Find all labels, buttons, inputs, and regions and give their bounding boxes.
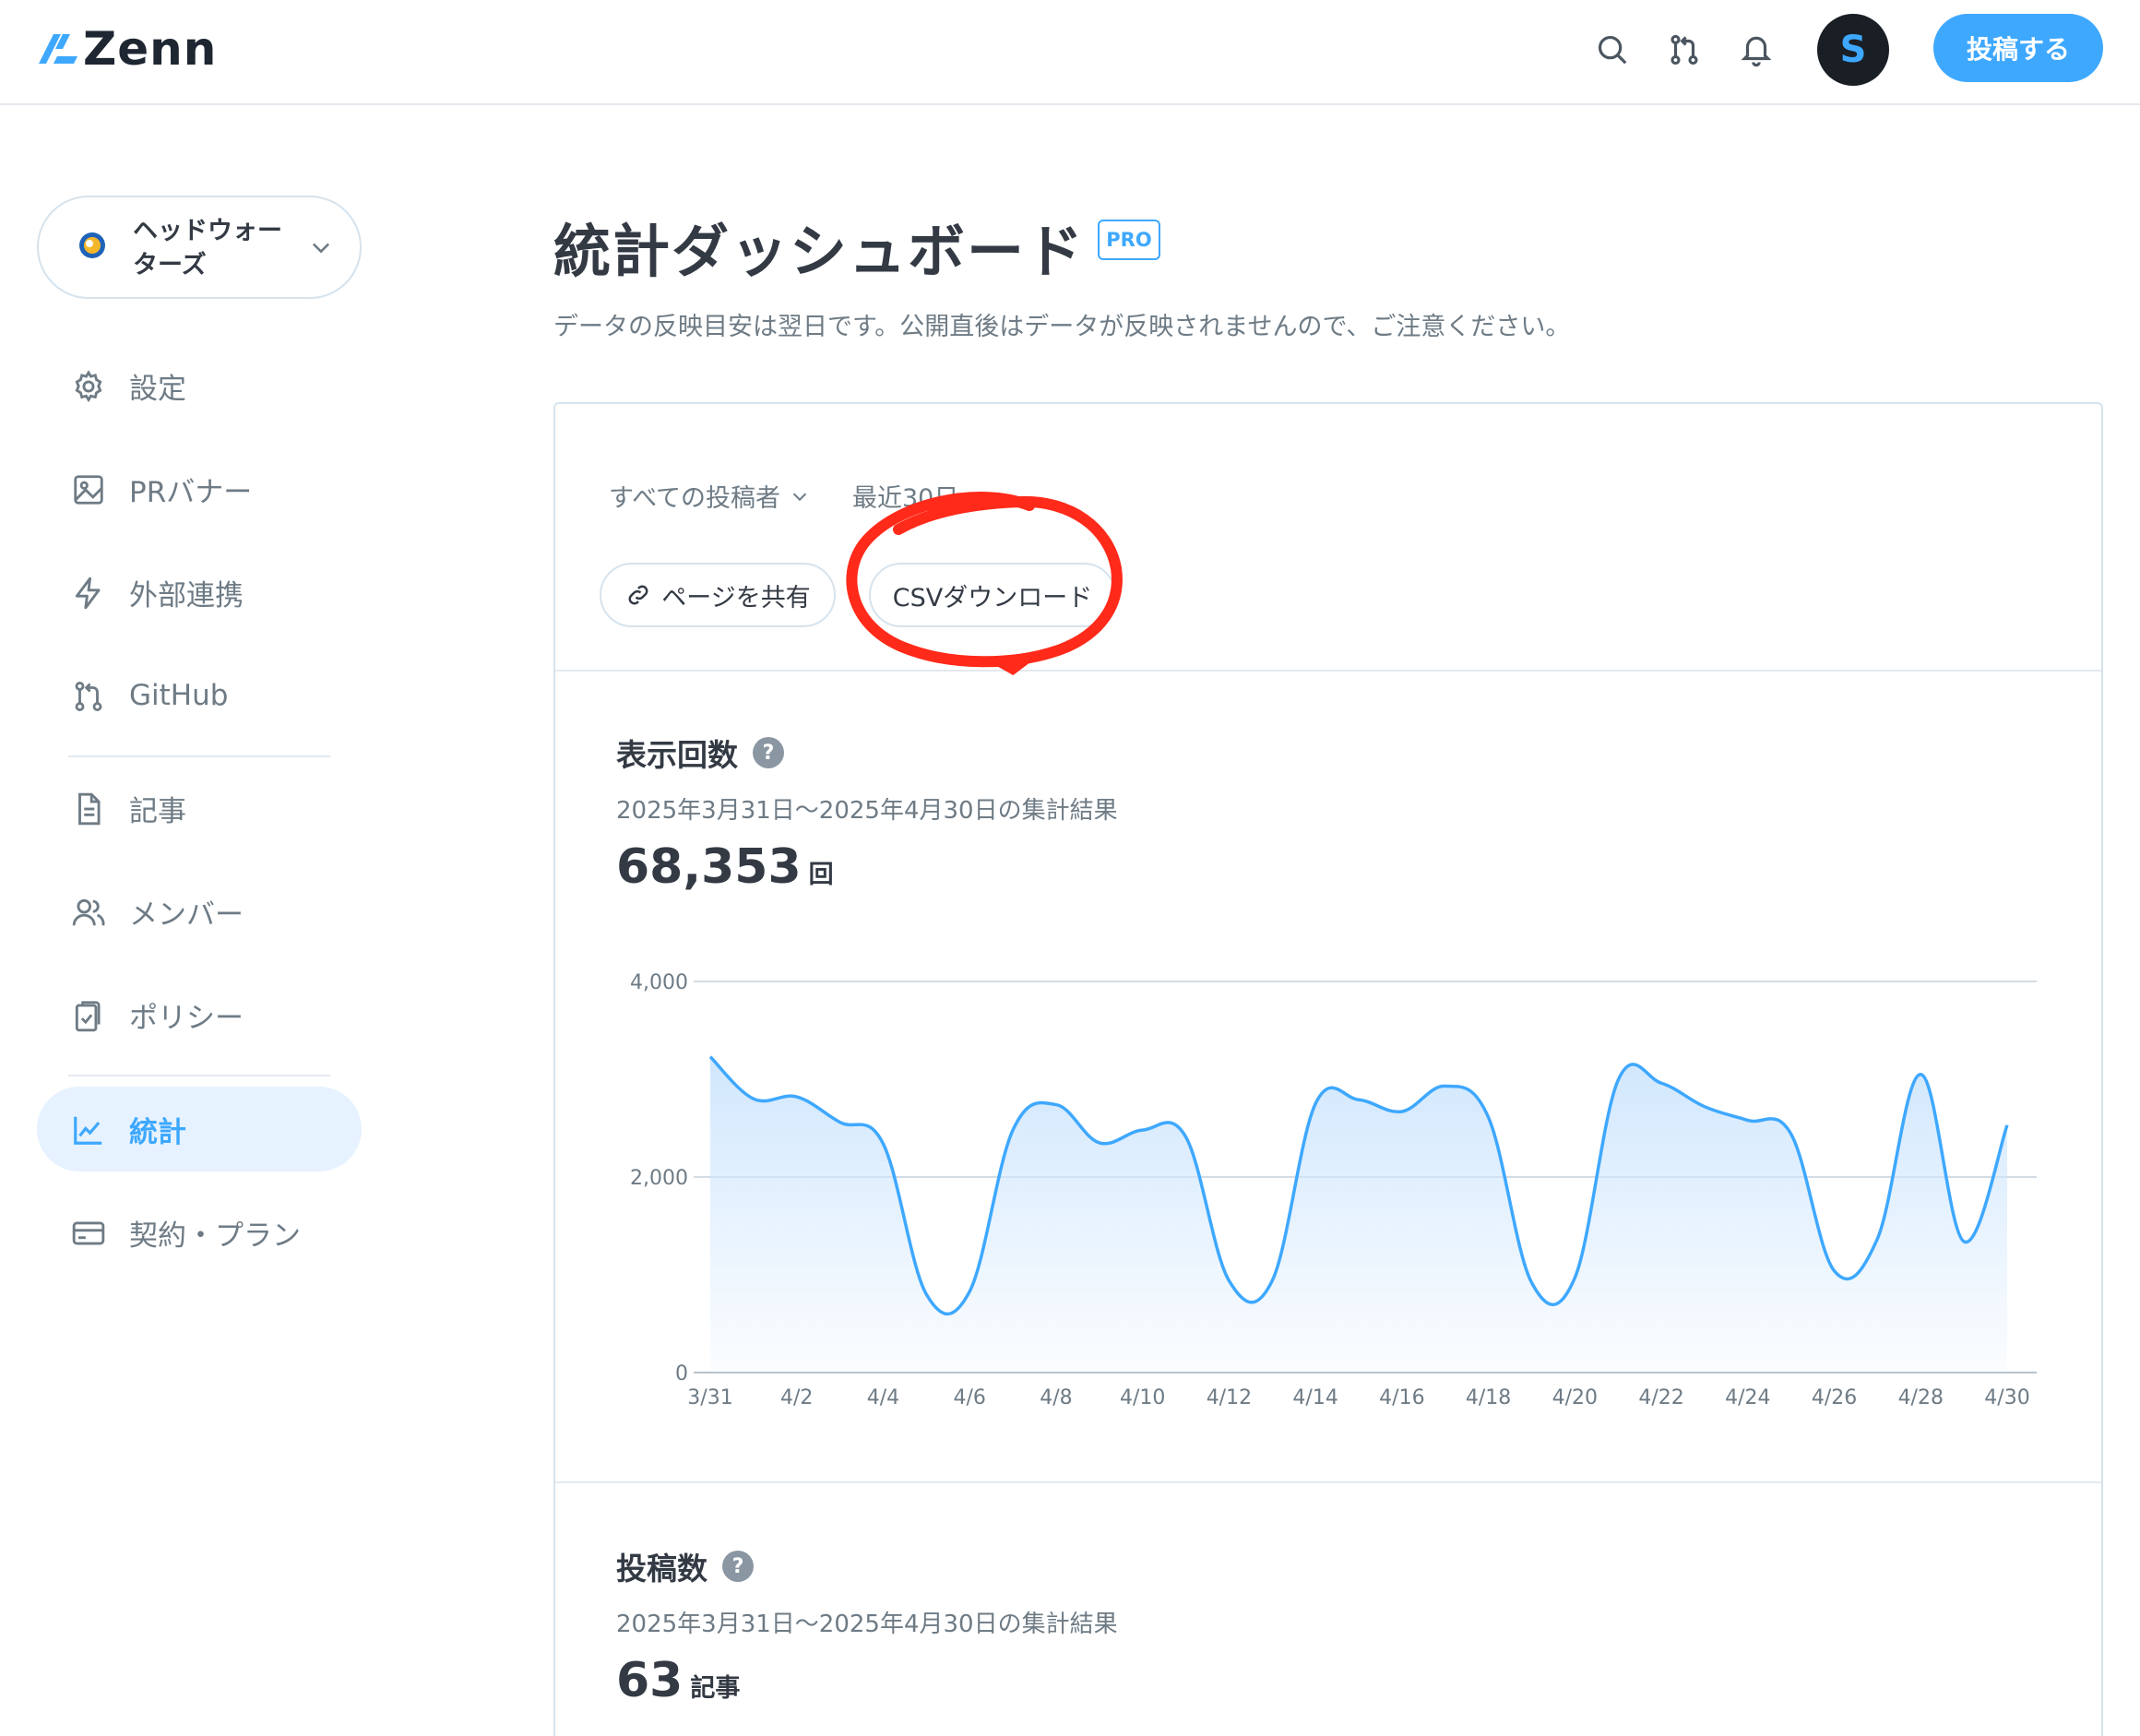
period-filter-label: 最近30日: [852, 484, 959, 513]
image-icon: [70, 471, 107, 508]
x-tick-label: 4/6: [953, 1386, 985, 1409]
card-divider: [555, 670, 2101, 672]
avatar[interactable]: S: [1817, 14, 1889, 86]
sidebar-item-label: PRバナー: [129, 475, 253, 509]
views-title: 表示回数 ?: [616, 731, 784, 775]
clipboard-check-icon: [70, 997, 107, 1034]
sidebar-divider: [68, 755, 330, 757]
page-title: 統計ダッシュボード: [553, 218, 1086, 285]
posts-range: 2025年3月31日〜2025年4月30日の集計結果: [616, 1611, 1118, 1638]
logo-text: Zenn: [83, 22, 218, 76]
x-tick-label: 4/30: [1984, 1386, 2029, 1409]
chevron-down-icon: [312, 243, 330, 254]
sidebar-item-policy[interactable]: ポリシー: [37, 972, 362, 1057]
x-tick-label: 4/4: [867, 1386, 899, 1409]
sidebar-item-plan[interactable]: 契約・プラン: [37, 1190, 362, 1275]
author-filter-label: すべての投稿者: [609, 484, 781, 513]
views-chart: 0 2,000 4,000 3/31 4/2 4/4 4/6 4/8 4/10 4/12 4/14 4…: [630, 971, 2037, 1409]
organization-logo: [79, 232, 105, 258]
x-tick-label: 4/14: [1292, 1386, 1338, 1409]
sidebar-item-label: 設定: [129, 372, 186, 406]
x-tick-label: 4/24: [1725, 1386, 1770, 1409]
sidebar-item-members[interactable]: メンバー: [37, 869, 362, 954]
credit-card-icon: [70, 1215, 107, 1252]
sidebar-item-label: 記事: [129, 794, 186, 828]
search-icon[interactable]: [1587, 24, 1638, 76]
x-tick-label: 4/10: [1120, 1386, 1165, 1409]
sidebar-item-pr-banner[interactable]: PRバナー: [37, 446, 362, 531]
x-tick-label: 4/18: [1466, 1386, 1511, 1409]
sidebar-item-label: ポリシー: [129, 1001, 244, 1035]
x-tick-label: 4/16: [1379, 1386, 1424, 1409]
lightning-icon: [70, 575, 107, 612]
pro-badge: PRO: [1098, 220, 1160, 260]
chevron-down-icon: [971, 493, 985, 501]
bell-icon[interactable]: [1730, 24, 1782, 76]
x-tick-label: 4/12: [1207, 1386, 1252, 1409]
organization-selector[interactable]: ヘッドウォーターズ: [37, 196, 362, 299]
posts-title: 投稿数 ?: [616, 1544, 754, 1588]
views-title-text: 表示回数: [616, 737, 738, 773]
top-header: Zenn S 投稿する: [0, 0, 2140, 105]
x-tick-label: 4/22: [1638, 1386, 1683, 1409]
post-button[interactable]: 投稿する: [1933, 14, 2103, 82]
zenn-logo-icon: [39, 34, 77, 64]
views-total: 68,353 回: [616, 839, 834, 895]
y-tick-label: 4,000: [630, 971, 688, 994]
sidebar-item-label: GitHub: [129, 679, 229, 712]
share-page-button[interactable]: ページを共有: [600, 563, 836, 627]
views-total-number: 68,353: [616, 839, 802, 895]
chevron-down-icon: [792, 493, 807, 501]
sidebar-item-github[interactable]: GitHub: [37, 653, 362, 738]
sidebar-item-stats[interactable]: 統計: [37, 1087, 362, 1171]
x-tick-label: 4/2: [780, 1386, 813, 1409]
posts-total-number: 63: [616, 1653, 684, 1708]
sidebar-item-articles[interactable]: 記事: [37, 766, 362, 850]
sidebar-item-label: メンバー: [129, 898, 244, 932]
zenn-logo[interactable]: Zenn: [37, 22, 217, 76]
x-tick-label: 4/28: [1898, 1386, 1944, 1409]
sidebar-divider: [68, 1075, 330, 1076]
card-divider: [555, 1481, 2101, 1483]
views-total-unit: 回: [808, 861, 834, 889]
help-icon[interactable]: ?: [753, 737, 784, 768]
help-icon[interactable]: ?: [722, 1551, 754, 1582]
share-page-label: ページを共有: [661, 583, 811, 612]
posts-total: 63 記事: [616, 1653, 740, 1708]
gear-icon: [70, 368, 107, 405]
y-tick-label: 2,000: [630, 1167, 688, 1190]
git-icon: [70, 678, 107, 715]
x-tick-label: 4/20: [1552, 1386, 1598, 1409]
sidebar-item-label: 統計: [129, 1115, 186, 1149]
posts-title-text: 投稿数: [616, 1551, 707, 1587]
sidebar-item-settings[interactable]: 設定: [37, 343, 362, 428]
sidebar-item-integrations[interactable]: 外部連携: [37, 550, 362, 635]
x-tick-label: 4/8: [1040, 1386, 1072, 1409]
organization-name: ヘッドウォーターズ: [133, 217, 282, 279]
chart-icon: [70, 1112, 107, 1148]
views-range: 2025年3月31日〜2025年4月30日の集計結果: [616, 797, 1118, 825]
author-filter[interactable]: すべての投稿者: [609, 478, 810, 514]
link-icon: [628, 585, 648, 605]
y-tick-label: 0: [675, 1362, 688, 1385]
posts-total-unit: 記事: [690, 1674, 741, 1703]
page-note: データの反映目安は翌日です。公開直後はデータが反映されませんので、ご注意ください…: [553, 313, 1571, 341]
csv-download-button[interactable]: CSVダウンロード: [869, 563, 1116, 627]
sidebar-item-label: 外部連携: [129, 578, 244, 612]
members-icon: [70, 894, 107, 931]
sidebar-item-label: 契約・プラン: [129, 1219, 301, 1253]
pull-request-icon[interactable]: [1658, 24, 1710, 76]
x-tick-label: 4/26: [1812, 1386, 1857, 1409]
period-filter[interactable]: 最近30日: [852, 478, 988, 514]
document-icon: [70, 791, 107, 827]
x-tick-label: 3/31: [687, 1386, 732, 1409]
